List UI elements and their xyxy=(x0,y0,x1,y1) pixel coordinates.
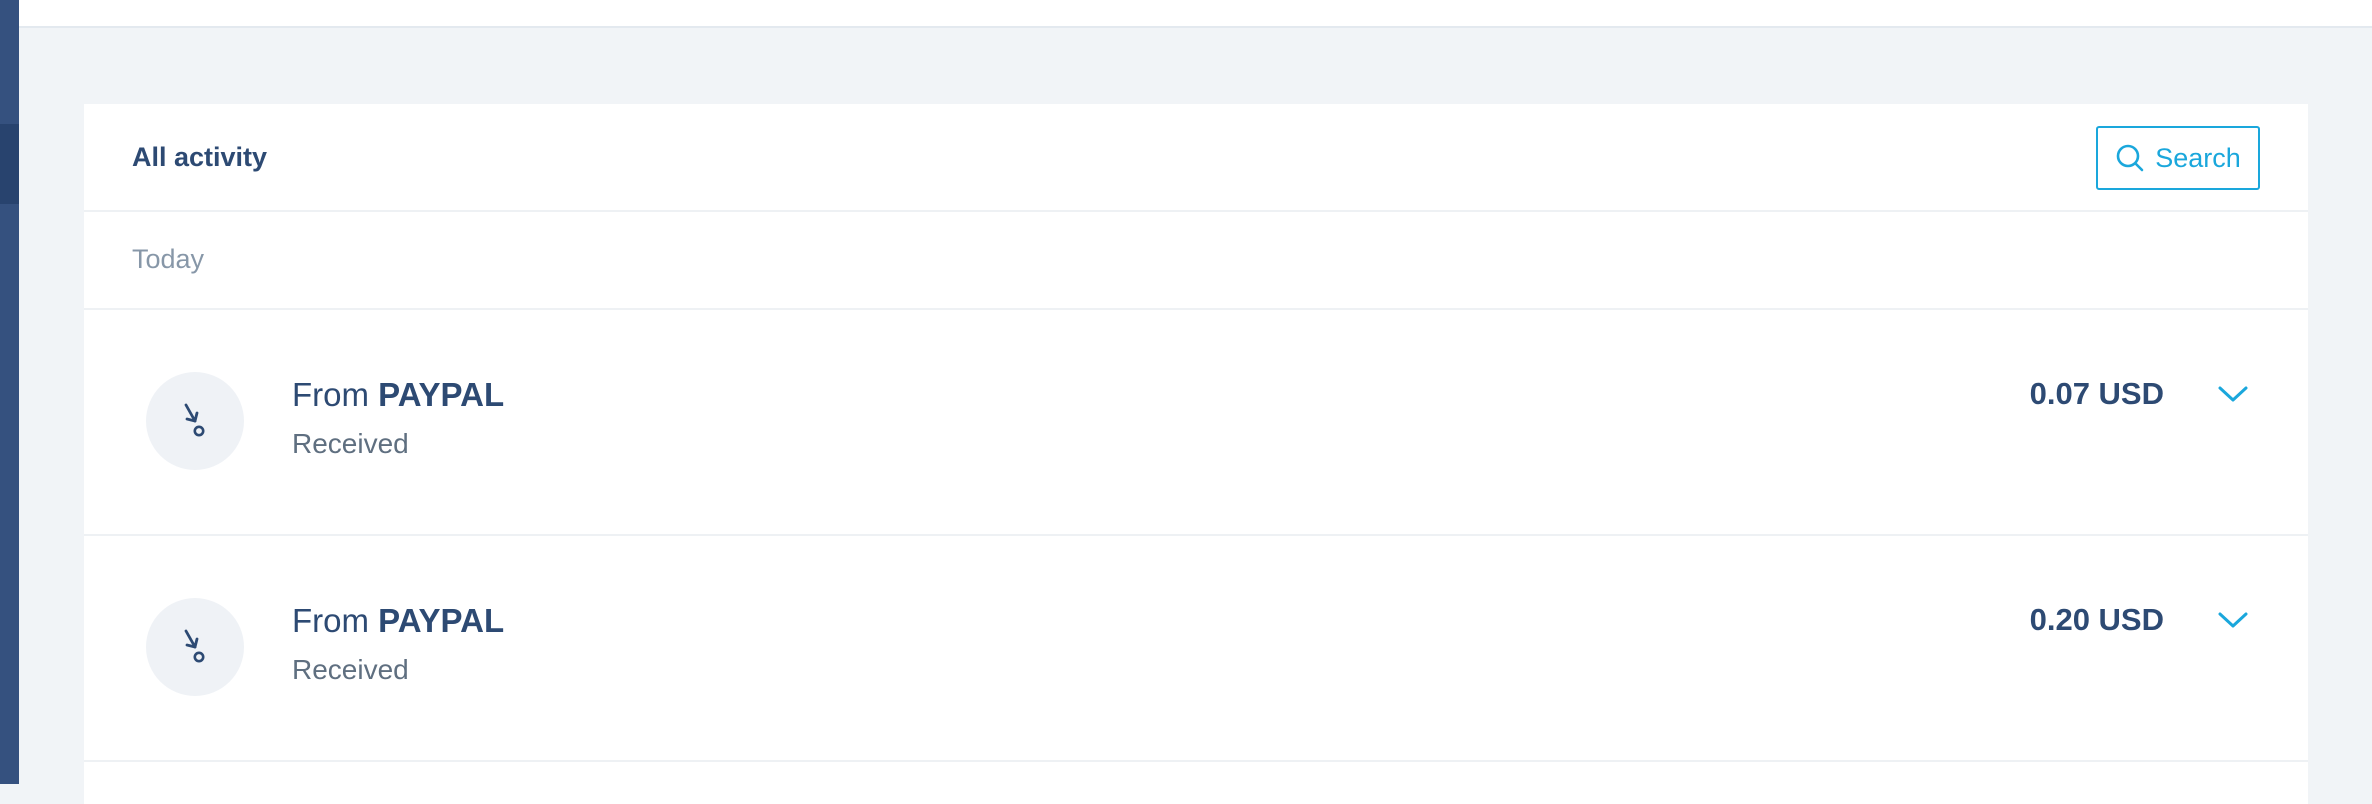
activity-row-status: Received xyxy=(292,428,409,459)
activity-header: All activity Search xyxy=(84,104,2308,212)
activity-card: All activity Search Today From PAYPAL Re… xyxy=(84,104,2308,804)
received-arrow-icon xyxy=(146,372,244,470)
activity-row-party: PAYPAL xyxy=(378,602,505,639)
sidebar xyxy=(0,0,19,784)
page-title: All activity xyxy=(132,142,268,172)
activity-row[interactable]: From PAYPAL Received 0.20 USD xyxy=(84,536,2308,762)
activity-row[interactable]: From PAYPAL Received 0.07 USD xyxy=(84,310,2308,536)
chevron-down-icon[interactable] xyxy=(2216,382,2250,406)
day-group-header: Today xyxy=(84,212,2308,310)
activity-row-amount: 0.20 USD xyxy=(2029,602,2164,637)
day-group-label: Today xyxy=(132,244,205,274)
activity-row-party: PAYPAL xyxy=(378,376,505,413)
search-button-label: Search xyxy=(2155,142,2241,173)
activity-row-title: From PAYPAL xyxy=(292,376,504,414)
received-arrow-icon xyxy=(146,598,244,696)
activity-row-title: From PAYPAL xyxy=(292,602,504,640)
top-bar xyxy=(19,0,2372,28)
activity-row-prefix: From xyxy=(292,376,369,413)
sidebar-active-item[interactable] xyxy=(0,124,19,204)
activity-row-amount: 0.07 USD xyxy=(2029,376,2164,411)
search-button[interactable]: Search xyxy=(2096,126,2260,190)
chevron-down-icon[interactable] xyxy=(2216,608,2250,632)
search-icon xyxy=(2115,143,2145,173)
activity-row-status: Received xyxy=(292,654,409,685)
activity-row-prefix: From xyxy=(292,602,369,639)
